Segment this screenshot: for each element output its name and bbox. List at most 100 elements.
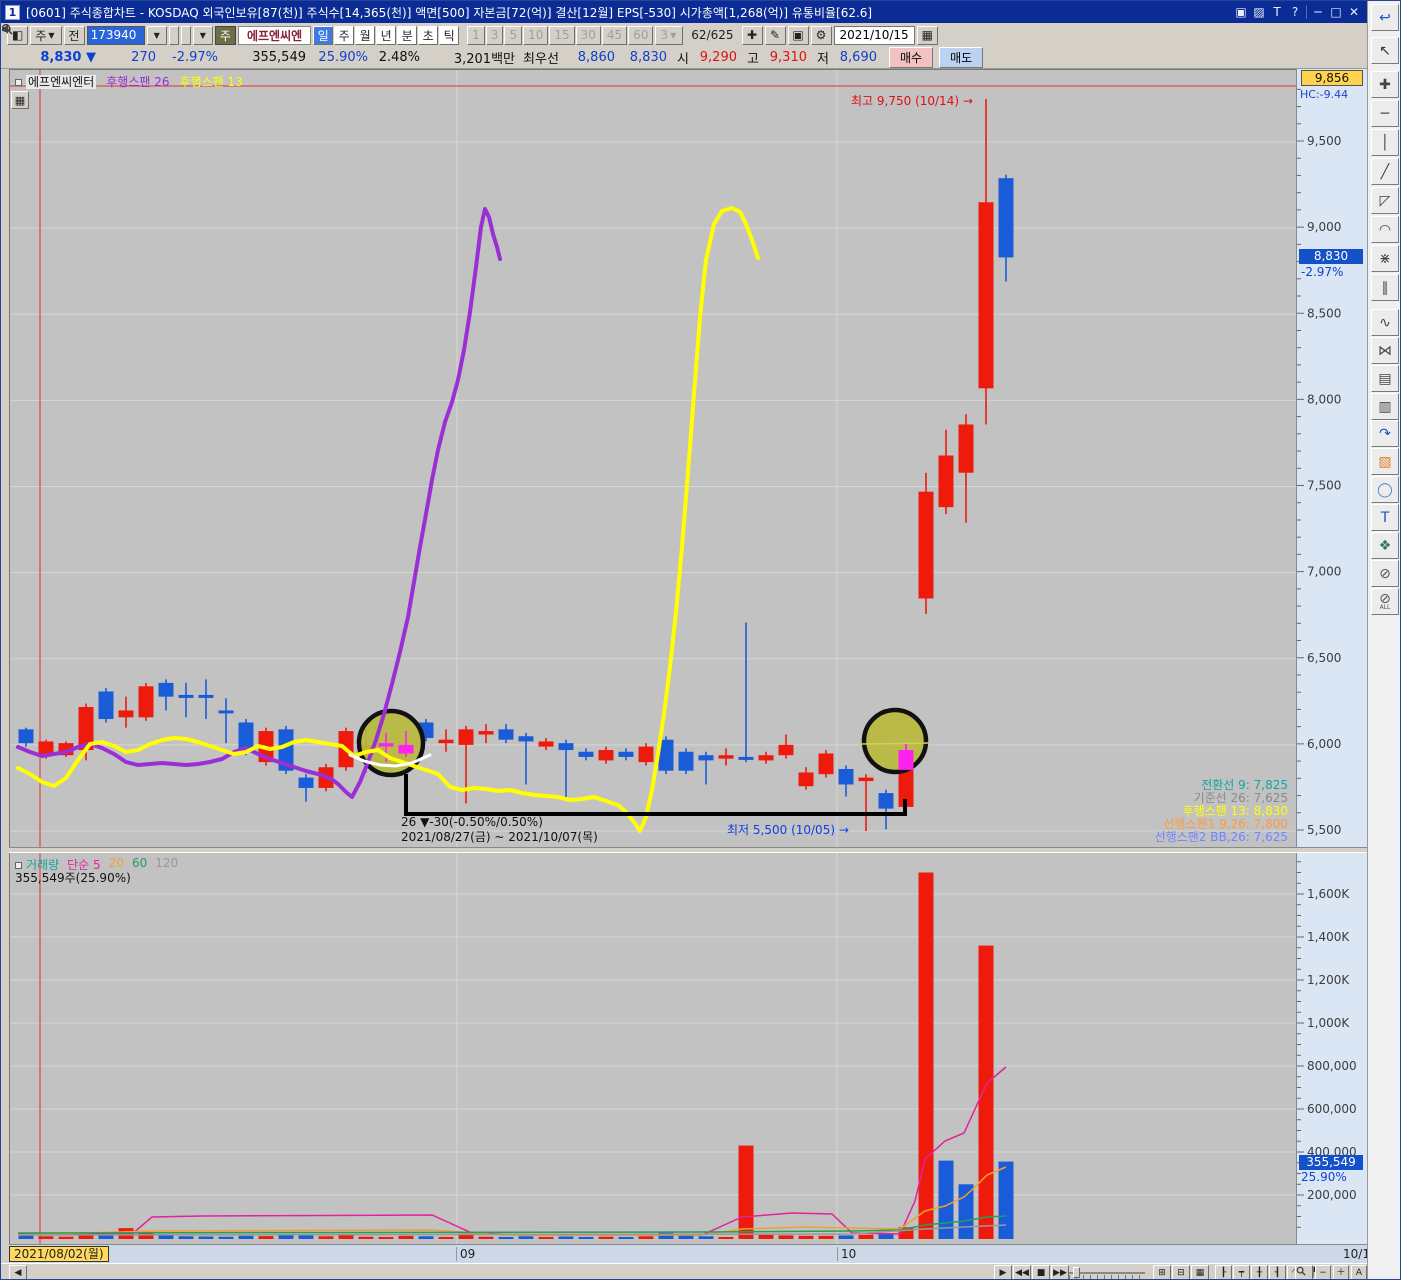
- scroll-left-button[interactable]: ◀: [9, 1265, 27, 1280]
- grid-toggle-button[interactable]: ▦: [11, 91, 29, 109]
- circle-tool-icon[interactable]: ◯: [1371, 476, 1399, 503]
- period-button-월[interactable]: 월: [355, 26, 375, 45]
- titlebar-icon-0[interactable]: ▣: [1232, 5, 1250, 19]
- code-dropdown-button[interactable]: ▼: [147, 26, 167, 45]
- parallel-tool-icon[interactable]: ∥: [1371, 274, 1399, 301]
- pane-marker-icon[interactable]: [15, 79, 22, 86]
- stock-name-box[interactable]: 에프엔씨엔: [238, 26, 311, 45]
- axis-style-button-0[interactable]: ┠: [1215, 1265, 1232, 1280]
- title-bar: 1 [0601] 주식종합차트 - KOSDAQ 외국인보유[87(천)] 주식…: [1, 1, 1367, 23]
- stock-code-input[interactable]: [87, 26, 145, 45]
- crosshair-tool-icon[interactable]: ✚: [1371, 71, 1399, 98]
- channel4-tool-icon[interactable]: ▥: [1371, 393, 1399, 420]
- draw-icon[interactable]: ✎: [765, 26, 786, 45]
- buy-button[interactable]: 매수: [889, 47, 933, 68]
- sound-button[interactable]: [181, 26, 191, 45]
- font-size-button[interactable]: A: [1351, 1265, 1367, 1280]
- playback-button-3[interactable]: ▶▶: [1051, 1265, 1069, 1280]
- chart-date-box[interactable]: 2021/10/15: [834, 26, 915, 45]
- eraser-tool-icon[interactable]: ⊘: [1371, 560, 1399, 587]
- settings-icon[interactable]: ⚙: [811, 26, 832, 45]
- indicator-icon[interactable]: ✚: [742, 26, 763, 45]
- high-label: 고: [737, 48, 759, 67]
- search-button[interactable]: [169, 26, 179, 45]
- save-icon[interactable]: ▣: [788, 26, 809, 45]
- magnifier-button[interactable]: [1295, 1265, 1313, 1280]
- price-axis[interactable]: 9,856 HC:-9.44 9,5009,0008,5008,0007,500…: [1296, 69, 1367, 847]
- segment-tool-icon[interactable]: ─: [1371, 100, 1399, 127]
- window-style-button-2[interactable]: ▦: [1191, 1265, 1209, 1280]
- period-button-틱[interactable]: 틱: [439, 26, 459, 45]
- arrow-draw-tool-icon[interactable]: ↷: [1371, 420, 1399, 447]
- price-chart-pane[interactable]: [9, 69, 1296, 847]
- prev-stock-button[interactable]: 전: [64, 26, 85, 45]
- calendar-button[interactable]: ▦: [917, 26, 938, 45]
- minute-button-group: 1351015304560: [467, 26, 653, 45]
- pane-marker-icon[interactable]: [15, 862, 22, 869]
- maximize-button[interactable]: □: [1327, 5, 1345, 19]
- text-tool-icon[interactable]: T: [1371, 504, 1399, 531]
- price-axis-ticks: 9,5009,0008,5008,0007,5007,0006,5006,000…: [1297, 69, 1368, 847]
- titlebar-icon-group: ▣▨T? ─□✕: [1232, 5, 1363, 19]
- minimize-button[interactable]: ─: [1309, 5, 1327, 19]
- window-style-button-0[interactable]: ⊞: [1153, 1265, 1171, 1280]
- axis-style-button-1[interactable]: ┯: [1233, 1265, 1250, 1280]
- trendline-tool-icon[interactable]: ╱: [1371, 158, 1399, 185]
- vline-tool-icon[interactable]: │: [1371, 129, 1399, 156]
- price-chart-canvas[interactable]: [10, 70, 1297, 848]
- period-button-분[interactable]: 분: [397, 26, 417, 45]
- sound-dropdown-button[interactable]: ▼: [193, 26, 213, 45]
- minute-button-1[interactable]: 1: [467, 26, 485, 45]
- cycle-button[interactable]: 주▼: [30, 26, 61, 45]
- titlebar-icon-2[interactable]: T: [1268, 5, 1286, 19]
- zoom-in-button[interactable]: ＋: [1333, 1265, 1349, 1280]
- minute-button-3[interactable]: 3: [486, 26, 504, 45]
- playback-button-0[interactable]: ▶: [994, 1265, 1012, 1280]
- period-button-년[interactable]: 년: [376, 26, 396, 45]
- minute-button-45[interactable]: 45: [602, 26, 627, 45]
- svg-text:600,000: 600,000: [1307, 1102, 1357, 1116]
- axis-style-button-2[interactable]: ╂: [1251, 1265, 1268, 1280]
- playback-button-2[interactable]: ■: [1032, 1265, 1050, 1280]
- cursor-icon[interactable]: ↖: [1371, 37, 1399, 64]
- minute-button-10[interactable]: 10: [523, 26, 548, 45]
- volume-value: 355,549: [218, 50, 306, 65]
- zoom-slider-thumb[interactable]: [1073, 1267, 1080, 1278]
- wave-tool-icon[interactable]: ∿: [1371, 309, 1399, 336]
- period-button-일[interactable]: 일: [313, 26, 333, 45]
- playback-button-1[interactable]: ◀◀: [1013, 1265, 1031, 1280]
- window-style-button-1[interactable]: ⊟: [1172, 1265, 1190, 1280]
- minute-button-60[interactable]: 60: [628, 26, 653, 45]
- net-tool-icon[interactable]: ⋈: [1371, 337, 1399, 364]
- zoom-slider-track[interactable]: [1069, 1272, 1145, 1274]
- channel3-tool-icon[interactable]: ▤: [1371, 365, 1399, 392]
- minute-button-30[interactable]: 30: [576, 26, 601, 45]
- chevron-down-icon: ▼: [668, 31, 678, 40]
- titlebar-icon-1[interactable]: ▨: [1250, 5, 1268, 19]
- volume-chart-canvas[interactable]: [10, 853, 1297, 1244]
- volume-axis[interactable]: 200,000400,000600,000800,0001,000K1,200K…: [1296, 853, 1367, 1244]
- minute-button-15[interactable]: 15: [549, 26, 574, 45]
- sell-button[interactable]: 매도: [939, 47, 983, 68]
- period-button-주[interactable]: 주: [334, 26, 354, 45]
- axis-style-button-3[interactable]: ┨: [1269, 1265, 1286, 1280]
- low-annotation: 최저 5,500 (10/05) →: [727, 821, 849, 838]
- period-button-group: 일주월년분초틱: [313, 26, 459, 45]
- erase-all-tool-icon[interactable]: ⊘ALL: [1371, 588, 1399, 615]
- minute-button-5[interactable]: 5: [504, 26, 522, 45]
- svg-text:7,500: 7,500: [1307, 479, 1341, 493]
- close-button[interactable]: ✕: [1345, 5, 1363, 19]
- recent-chart-icon[interactable]: ↩: [1371, 4, 1399, 31]
- best-ask: 8,860: [567, 50, 615, 65]
- minute-select[interactable]: 3▼: [655, 26, 683, 45]
- rays-tool-icon[interactable]: ⋇: [1371, 245, 1399, 272]
- date-axis[interactable]: 2021/08/02(월) 0910 10/15: [9, 1244, 1367, 1263]
- box-trend-tool-icon[interactable]: ◸: [1371, 187, 1399, 214]
- area-highlight-tool-icon[interactable]: ▧: [1371, 448, 1399, 475]
- zoom-out-button[interactable]: −: [1315, 1265, 1331, 1280]
- titlebar-icon-3[interactable]: ?: [1286, 5, 1304, 19]
- period-button-초[interactable]: 초: [418, 26, 438, 45]
- shapes-tool-icon[interactable]: ❖: [1371, 532, 1399, 559]
- fan-tool-icon[interactable]: ◠: [1371, 216, 1399, 243]
- volume-chart-pane[interactable]: [9, 853, 1296, 1244]
